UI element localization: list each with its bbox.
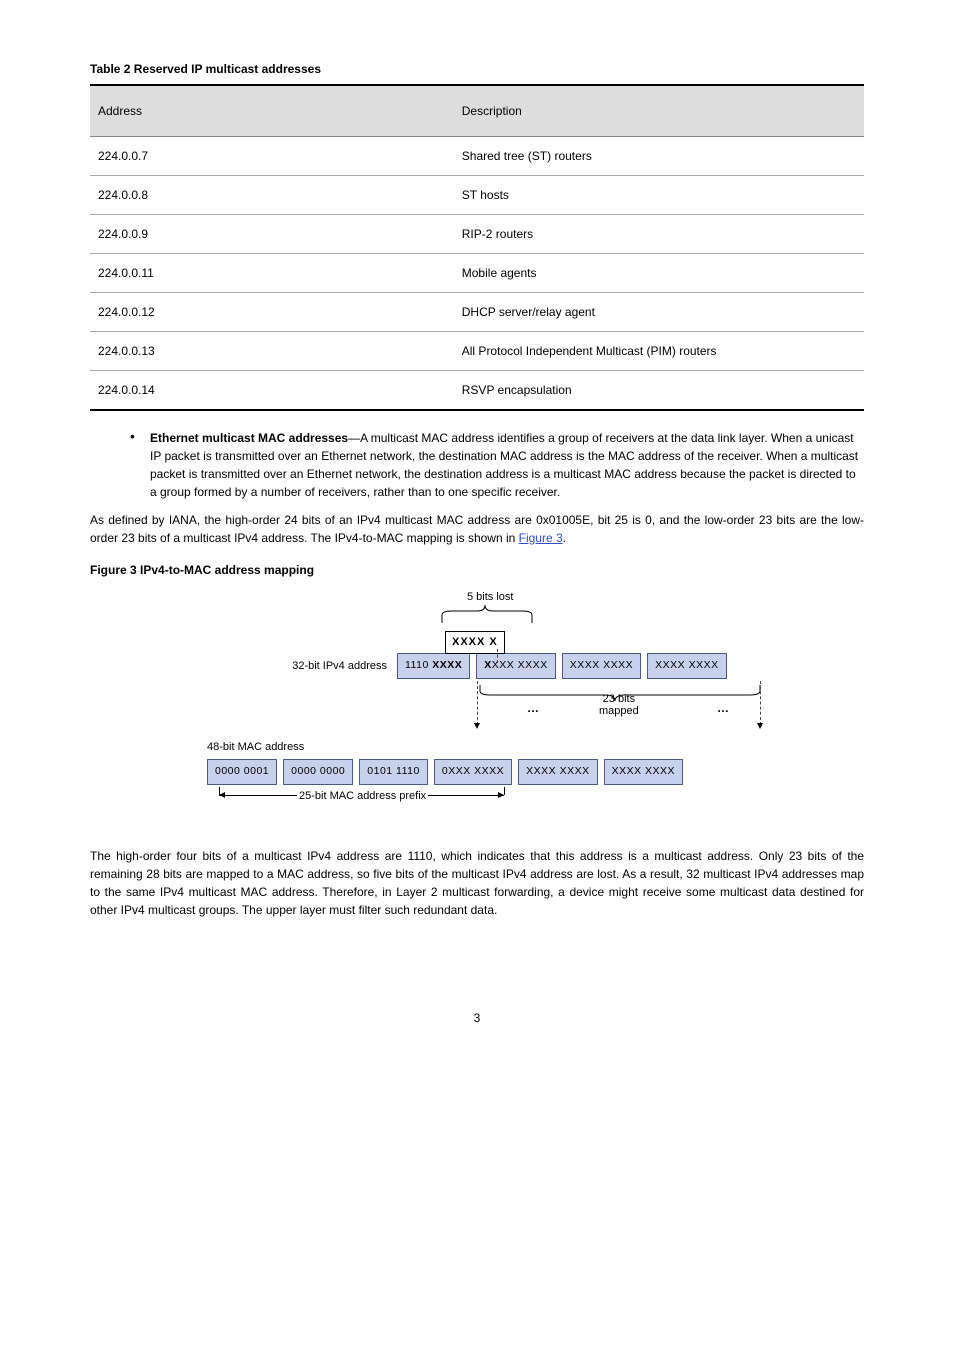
mapped-bits-label: 23 bits mapped	[599, 693, 639, 717]
table-row: 224.0.0.13All Protocol Independent Multi…	[90, 332, 864, 371]
top-brace-icon	[437, 603, 537, 627]
ipv4-octet-2: XXXX XXXX	[476, 653, 555, 679]
figure-3: 5 bits lost XXXX X 32-bit IPv4 address 1…	[177, 589, 777, 817]
arrow-down-icon	[757, 723, 763, 729]
para1-text: As defined by IANA, the high-order 24 bi…	[90, 513, 864, 545]
prefix-indicator: 25-bit MAC address prefix	[207, 787, 777, 817]
paragraph-explanation: The high-order four bits of a multicast …	[90, 847, 864, 919]
figure-caption: Figure 3 IPv4-to-MAC address mapping	[90, 561, 864, 579]
table-row: 224.0.0.7Shared tree (ST) routers	[90, 137, 864, 176]
mac-octet-6: XXXX XXXX	[604, 759, 683, 785]
col-address-header: Address	[90, 85, 454, 137]
table-row: 224.0.0.12DHCP server/relay agent	[90, 293, 864, 332]
table-header-row: Address Description	[90, 85, 864, 137]
mac-row-label: 48-bit MAC address	[207, 739, 777, 756]
map-line-right	[760, 681, 761, 725]
reserved-addresses-table: Address Description 224.0.0.7Shared tree…	[90, 84, 864, 411]
prefix-label: 25-bit MAC address prefix	[297, 788, 428, 805]
col-description-header: Description	[454, 85, 864, 137]
cell-address: 224.0.0.14	[90, 371, 454, 411]
cell-address: 224.0.0.12	[90, 293, 454, 332]
mac-octet-5: XXXX XXXX	[518, 759, 597, 785]
figure-3-link[interactable]: Figure 3	[519, 531, 563, 545]
cell-desc: RIP-2 routers	[454, 215, 864, 254]
cell-desc: All Protocol Independent Multicast (PIM)…	[454, 332, 864, 371]
cell-desc: Shared tree (ST) routers	[454, 137, 864, 176]
para1-tail: .	[563, 531, 566, 545]
page-number: 3	[90, 1009, 864, 1027]
arrow-down-icon	[474, 723, 480, 729]
dashed-connector	[497, 649, 498, 663]
cell-desc: RSVP encapsulation	[454, 371, 864, 411]
ipv4-row-label: 32-bit IPv4 address	[177, 658, 397, 675]
cell-desc: Mobile agents	[454, 254, 864, 293]
table-caption: Table 2 Reserved IP multicast addresses	[90, 60, 864, 78]
cell-address: 224.0.0.7	[90, 137, 454, 176]
mac-address-row: 0000 0001 0000 0000 0101 1110 0XXX XXXX …	[207, 759, 777, 785]
table-row: 224.0.0.8ST hosts	[90, 176, 864, 215]
lost-bits-box: XXXX X	[445, 631, 505, 654]
table-row: 224.0.0.11Mobile agents	[90, 254, 864, 293]
dots-left: …	[527, 699, 539, 717]
ipv4-address-row: 32-bit IPv4 address 1110 XXXX XXXX XXXX …	[177, 653, 777, 679]
bullet-text: Ethernet multicast MAC addresses—A multi…	[150, 429, 864, 501]
mac-octet-1: 0000 0001	[207, 759, 277, 785]
bullet-heading: Ethernet multicast MAC addresses	[150, 431, 348, 445]
cell-address: 224.0.0.11	[90, 254, 454, 293]
ipv4-octet-3: XXXX XXXX	[562, 653, 641, 679]
table-row: 224.0.0.9RIP-2 routers	[90, 215, 864, 254]
mac-octet-3: 0101 1110	[359, 759, 428, 785]
map-line-left	[477, 681, 478, 725]
bullet-icon: •	[130, 429, 150, 501]
cell-address: 224.0.0.13	[90, 332, 454, 371]
mac-octet-2: 0000 0000	[283, 759, 353, 785]
table-row: 224.0.0.14RSVP encapsulation	[90, 371, 864, 411]
cell-address: 224.0.0.9	[90, 215, 454, 254]
dots-right: …	[717, 699, 729, 717]
paragraph-mapping: As defined by IANA, the high-order 24 bi…	[90, 511, 864, 547]
cell-desc: ST hosts	[454, 176, 864, 215]
cell-desc: DHCP server/relay agent	[454, 293, 864, 332]
ipv4-octet-4: XXXX XXXX	[647, 653, 726, 679]
bullet-item: • Ethernet multicast MAC addresses—A mul…	[130, 429, 864, 501]
cell-address: 224.0.0.8	[90, 176, 454, 215]
ipv4-octet-1: 1110 XXXX	[397, 653, 470, 679]
mac-octet-4: 0XXX XXXX	[434, 759, 512, 785]
